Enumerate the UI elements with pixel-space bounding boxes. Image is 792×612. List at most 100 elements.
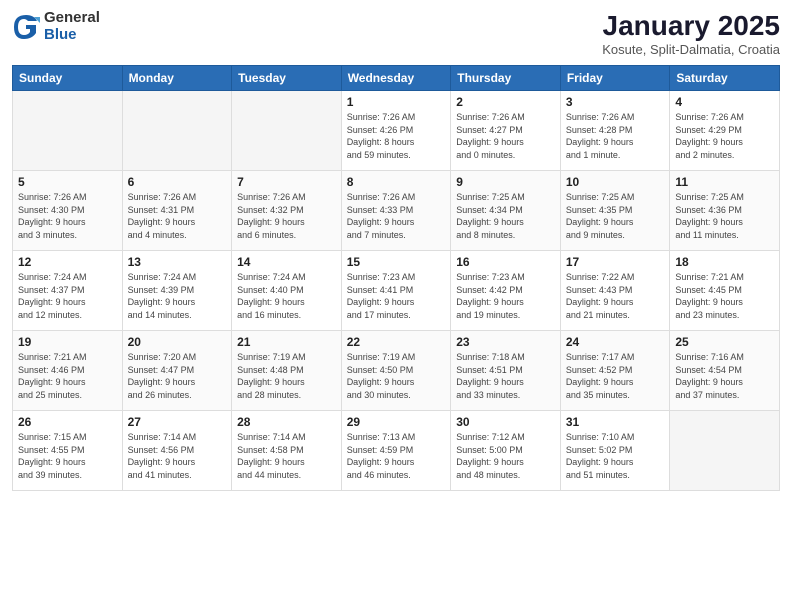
day-info: Sunrise: 7:14 AM Sunset: 4:56 PM Dayligh… <box>128 431 227 481</box>
day-info: Sunrise: 7:25 AM Sunset: 4:35 PM Dayligh… <box>566 191 665 241</box>
day-number: 27 <box>128 415 227 429</box>
logo-icon <box>12 13 40 41</box>
day-info: Sunrise: 7:25 AM Sunset: 4:34 PM Dayligh… <box>456 191 555 241</box>
calendar-week-row: 26 Sunrise: 7:15 AM Sunset: 4:55 PM Dayli… <box>13 411 780 491</box>
day-info: Sunrise: 7:15 AM Sunset: 4:55 PM Dayligh… <box>18 431 117 481</box>
day-number: 26 <box>18 415 117 429</box>
day-info: Sunrise: 7:21 AM Sunset: 4:45 PM Dayligh… <box>675 271 774 321</box>
day-info: Sunrise: 7:26 AM Sunset: 4:29 PM Dayligh… <box>675 111 774 161</box>
day-number: 29 <box>347 415 446 429</box>
day-number: 13 <box>128 255 227 269</box>
table-row: 22Sunrise: 7:19 AM Sunset: 4:50 PM Dayli… <box>341 331 451 411</box>
calendar-header-row: Sunday Monday Tuesday Wednesday Thursday… <box>13 66 780 91</box>
day-info: Sunrise: 7:26 AM Sunset: 4:31 PM Dayligh… <box>128 191 227 241</box>
day-number: 8 <box>347 175 446 189</box>
table-row: 28 Sunrise: 7:14 AM Sunset: 4:58 PM Dayli… <box>232 411 342 491</box>
day-number: 9 <box>456 175 555 189</box>
table-row: 5 Sunrise: 7:26 AM Sunset: 4:30 PM Daylig… <box>13 171 123 251</box>
table-row: 16Sunrise: 7:23 AM Sunset: 4:42 PM Dayli… <box>451 251 561 331</box>
table-row: 17 Sunrise: 7:22 AM Sunset: 4:43 PM Dayli… <box>560 251 670 331</box>
calendar-week-row: 1 Sunrise: 7:26 AM Sunset: 4:26 PM Daylig… <box>13 91 780 171</box>
day-number: 2 <box>456 95 555 109</box>
day-number: 15 <box>347 255 446 269</box>
col-thursday: Thursday <box>451 66 561 91</box>
table-row: 15 Sunrise: 7:23 AM Sunset: 4:41 PM Dayli… <box>341 251 451 331</box>
day-number: 18 <box>675 255 774 269</box>
table-row: 19Sunrise: 7:21 AM Sunset: 4:46 PM Dayli… <box>13 331 123 411</box>
day-info: Sunrise: 7:10 AM Sunset: 5:02 PM Dayligh… <box>566 431 665 481</box>
calendar-week-row: 19Sunrise: 7:21 AM Sunset: 4:46 PM Dayli… <box>13 331 780 411</box>
day-number: 30 <box>456 415 555 429</box>
day-info: Sunrise: 7:20 AM Sunset: 4:47 PM Dayligh… <box>128 351 227 401</box>
calendar-page: General Blue January 2025 Kosute, Split-… <box>0 0 792 612</box>
calendar-week-row: 5 Sunrise: 7:26 AM Sunset: 4:30 PM Daylig… <box>13 171 780 251</box>
table-row: 14Sunrise: 7:24 AM Sunset: 4:40 PM Dayli… <box>232 251 342 331</box>
day-info: Sunrise: 7:19 AM Sunset: 4:48 PM Dayligh… <box>237 351 336 401</box>
day-info: Sunrise: 7:14 AM Sunset: 4:58 PM Dayligh… <box>237 431 336 481</box>
table-row: 29 Sunrise: 7:13 AM Sunset: 4:59 PM Dayli… <box>341 411 451 491</box>
day-info: Sunrise: 7:26 AM Sunset: 4:27 PM Dayligh… <box>456 111 555 161</box>
table-row: 18 Sunrise: 7:21 AM Sunset: 4:45 PM Dayli… <box>670 251 780 331</box>
table-row: 2 Sunrise: 7:26 AM Sunset: 4:27 PM Daylig… <box>451 91 561 171</box>
day-number: 19 <box>18 335 117 349</box>
day-info: Sunrise: 7:26 AM Sunset: 4:28 PM Dayligh… <box>566 111 665 161</box>
day-number: 23 <box>456 335 555 349</box>
day-info: Sunrise: 7:26 AM Sunset: 4:30 PM Dayligh… <box>18 191 117 241</box>
day-number: 1 <box>347 95 446 109</box>
table-row <box>670 411 780 491</box>
day-info: Sunrise: 7:24 AM Sunset: 4:37 PM Dayligh… <box>18 271 117 321</box>
table-row: 27 Sunrise: 7:14 AM Sunset: 4:56 PM Dayli… <box>122 411 232 491</box>
day-number: 20 <box>128 335 227 349</box>
table-row <box>232 91 342 171</box>
day-number: 21 <box>237 335 336 349</box>
day-info: Sunrise: 7:26 AM Sunset: 4:26 PM Dayligh… <box>347 111 446 161</box>
day-number: 24 <box>566 335 665 349</box>
table-row: 10 Sunrise: 7:25 AM Sunset: 4:35 PM Dayli… <box>560 171 670 251</box>
day-number: 5 <box>18 175 117 189</box>
day-info: Sunrise: 7:18 AM Sunset: 4:51 PM Dayligh… <box>456 351 555 401</box>
day-info: Sunrise: 7:17 AM Sunset: 4:52 PM Dayligh… <box>566 351 665 401</box>
table-row: 30Sunrise: 7:12 AM Sunset: 5:00 PM Dayli… <box>451 411 561 491</box>
day-info: Sunrise: 7:22 AM Sunset: 4:43 PM Dayligh… <box>566 271 665 321</box>
day-number: 28 <box>237 415 336 429</box>
day-number: 11 <box>675 175 774 189</box>
col-wednesday: Wednesday <box>341 66 451 91</box>
day-number: 10 <box>566 175 665 189</box>
day-number: 25 <box>675 335 774 349</box>
logo-text: General Blue <box>44 10 100 43</box>
day-number: 31 <box>566 415 665 429</box>
table-row: 23 Sunrise: 7:18 AM Sunset: 4:51 PM Dayli… <box>451 331 561 411</box>
day-info: Sunrise: 7:23 AM Sunset: 4:41 PM Dayligh… <box>347 271 446 321</box>
title-block: January 2025 Kosute, Split-Dalmatia, Cro… <box>602 10 780 57</box>
table-row <box>13 91 123 171</box>
day-number: 12 <box>18 255 117 269</box>
day-number: 3 <box>566 95 665 109</box>
month-title: January 2025 <box>602 10 780 42</box>
day-number: 7 <box>237 175 336 189</box>
table-row <box>122 91 232 171</box>
day-info: Sunrise: 7:24 AM Sunset: 4:40 PM Dayligh… <box>237 271 336 321</box>
table-row: 3 Sunrise: 7:26 AM Sunset: 4:28 PM Daylig… <box>560 91 670 171</box>
table-row: 26 Sunrise: 7:15 AM Sunset: 4:55 PM Dayli… <box>13 411 123 491</box>
day-info: Sunrise: 7:26 AM Sunset: 4:32 PM Dayligh… <box>237 191 336 241</box>
day-number: 17 <box>566 255 665 269</box>
day-number: 22 <box>347 335 446 349</box>
table-row: 7 Sunrise: 7:26 AM Sunset: 4:32 PM Daylig… <box>232 171 342 251</box>
table-row: 20 Sunrise: 7:20 AM Sunset: 4:47 PM Dayli… <box>122 331 232 411</box>
table-row: 9 Sunrise: 7:25 AM Sunset: 4:34 PM Daylig… <box>451 171 561 251</box>
table-row: 12 Sunrise: 7:24 AM Sunset: 4:37 PM Dayli… <box>13 251 123 331</box>
logo-blue-text: Blue <box>44 27 100 44</box>
day-info: Sunrise: 7:13 AM Sunset: 4:59 PM Dayligh… <box>347 431 446 481</box>
day-info: Sunrise: 7:23 AM Sunset: 4:42 PM Dayligh… <box>456 271 555 321</box>
table-row: 31 Sunrise: 7:10 AM Sunset: 5:02 PM Dayli… <box>560 411 670 491</box>
table-row: 6 Sunrise: 7:26 AM Sunset: 4:31 PM Daylig… <box>122 171 232 251</box>
day-info: Sunrise: 7:26 AM Sunset: 4:33 PM Dayligh… <box>347 191 446 241</box>
table-row: 11Sunrise: 7:25 AM Sunset: 4:36 PM Dayli… <box>670 171 780 251</box>
col-sunday: Sunday <box>13 66 123 91</box>
col-monday: Monday <box>122 66 232 91</box>
calendar-table: Sunday Monday Tuesday Wednesday Thursday… <box>12 65 780 491</box>
table-row: 24 Sunrise: 7:17 AM Sunset: 4:52 PM Dayli… <box>560 331 670 411</box>
day-number: 6 <box>128 175 227 189</box>
day-info: Sunrise: 7:24 AM Sunset: 4:39 PM Dayligh… <box>128 271 227 321</box>
calendar-week-row: 12 Sunrise: 7:24 AM Sunset: 4:37 PM Dayli… <box>13 251 780 331</box>
